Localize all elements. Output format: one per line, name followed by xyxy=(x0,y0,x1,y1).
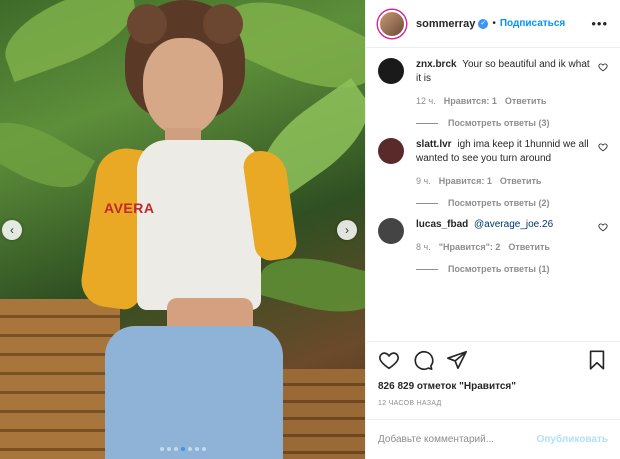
palm-leaf xyxy=(0,105,96,205)
post-header: sommerray ✓ • Подписаться ••• xyxy=(366,0,620,48)
comment-text: slatt.lvr igh ima keep it 1hunnid we all… xyxy=(416,138,590,166)
face xyxy=(143,38,223,136)
carousel-dot xyxy=(173,447,178,451)
view-replies-label: Посмотреть ответы (3) xyxy=(448,118,550,128)
view-replies-button[interactable]: Посмотреть ответы (2) xyxy=(416,198,590,208)
view-replies-label: Посмотреть ответы (1) xyxy=(448,264,550,274)
follow-button[interactable]: Подписаться xyxy=(500,18,565,29)
comment-body: lucas_fbad @average_joe.26 8 ч. "Нравитс… xyxy=(416,218,608,274)
commenter-avatar[interactable] xyxy=(378,138,404,164)
comment-meta: 12 ч. Нравится: 1 Ответить xyxy=(416,96,590,106)
carousel-dot xyxy=(201,447,206,451)
hair-bun xyxy=(203,4,243,44)
action-bar xyxy=(366,341,620,377)
commenter-username[interactable]: slatt.lvr xyxy=(416,139,452,150)
avatar[interactable] xyxy=(378,9,406,38)
posted-timestamp[interactable]: 12 ЧАСОВ НАЗАД xyxy=(366,400,620,407)
bookmark-icon[interactable] xyxy=(586,349,608,371)
view-replies-label: Посмотреть ответы (2) xyxy=(448,198,550,208)
replies-divider xyxy=(416,202,438,204)
comment-meta: 8 ч. "Нравится": 2 Ответить xyxy=(416,242,590,252)
carousel-dot xyxy=(194,447,199,451)
comment-text: lucas_fbad @average_joe.26 xyxy=(416,218,590,232)
jeans xyxy=(105,326,283,459)
comment-likes[interactable]: Нравится: 1 xyxy=(439,176,492,186)
commenter-avatar[interactable] xyxy=(378,218,404,244)
carousel-prev-button[interactable]: ‹ xyxy=(2,220,22,240)
comment-likes[interactable]: "Нравится": 2 xyxy=(439,242,501,252)
carousel-next-button[interactable]: › xyxy=(337,220,357,240)
comment-item: lucas_fbad @average_joe.26 8 ч. "Нравитс… xyxy=(378,218,608,274)
comment-body: znx.brck Your so beautiful and ik what i… xyxy=(416,58,608,128)
commenter-avatar[interactable] xyxy=(378,58,404,84)
publish-button[interactable]: Опубликовать xyxy=(537,434,608,445)
comment-likes[interactable]: Нравится: 1 xyxy=(444,96,497,106)
reply-button[interactable]: Ответить xyxy=(500,176,542,186)
comment-text: znx.brck Your so beautiful and ik what i… xyxy=(416,58,590,86)
shirt-print: AVERA xyxy=(104,200,155,216)
comment-like-heart-icon[interactable] xyxy=(598,222,608,232)
view-replies-button[interactable]: Посмотреть ответы (1) xyxy=(416,264,590,274)
carousel-dot xyxy=(166,447,171,451)
comment-body: slatt.lvr igh ima keep it 1hunnid we all… xyxy=(416,138,608,208)
commenter-username[interactable]: lucas_fbad xyxy=(416,219,468,230)
comment-like-heart-icon[interactable] xyxy=(598,62,608,72)
comment-icon[interactable] xyxy=(412,349,434,371)
view-replies-button[interactable]: Посмотреть ответы (3) xyxy=(416,118,590,128)
chevron-left-icon: ‹ xyxy=(10,223,14,237)
comment-time[interactable]: 8 ч. xyxy=(416,242,431,252)
carousel-dot xyxy=(180,447,185,451)
likes-count[interactable]: 826 829 отметок "Нравится" xyxy=(366,381,620,392)
reply-button[interactable]: Ответить xyxy=(508,242,550,252)
verified-badge-icon: ✓ xyxy=(478,18,489,29)
comment-mention[interactable]: @average_joe.26 xyxy=(474,219,553,230)
replies-divider xyxy=(416,122,438,124)
post-photo[interactable]: AVERA ‹ › xyxy=(0,0,365,459)
chevron-right-icon: › xyxy=(345,223,349,237)
comment-item: znx.brck Your so beautiful and ik what i… xyxy=(378,58,608,128)
comment-item: slatt.lvr igh ima keep it 1hunnid we all… xyxy=(378,138,608,208)
reply-button[interactable]: Ответить xyxy=(505,96,547,106)
raglan-shirt xyxy=(137,140,261,310)
comment-time[interactable]: 9 ч. xyxy=(416,176,431,186)
person xyxy=(78,0,299,459)
carousel-dot xyxy=(159,447,164,451)
comment-composer: Опубликовать xyxy=(366,419,620,459)
comments-list: znx.brck Your so beautiful and ik what i… xyxy=(366,48,620,341)
instagram-post: AVERA ‹ › sommerray ✓ • Подписаться ••• … xyxy=(0,0,620,459)
author-username[interactable]: sommerray xyxy=(416,18,475,30)
share-icon[interactable] xyxy=(446,349,468,371)
comment-input[interactable] xyxy=(378,434,537,445)
hair-bun xyxy=(127,4,167,44)
post-side-panel: sommerray ✓ • Подписаться ••• znx.brck Y… xyxy=(365,0,620,459)
comment-meta: 9 ч. Нравится: 1 Ответить xyxy=(416,176,590,186)
like-heart-icon[interactable] xyxy=(378,349,400,371)
more-options-icon[interactable]: ••• xyxy=(591,16,608,31)
replies-divider xyxy=(416,268,438,270)
carousel-indicator xyxy=(0,447,365,451)
comment-like-heart-icon[interactable] xyxy=(598,142,608,152)
separator-dot: • xyxy=(492,18,496,29)
comment-time[interactable]: 12 ч. xyxy=(416,96,436,106)
commenter-username[interactable]: znx.brck xyxy=(416,59,457,70)
carousel-dot xyxy=(187,447,192,451)
